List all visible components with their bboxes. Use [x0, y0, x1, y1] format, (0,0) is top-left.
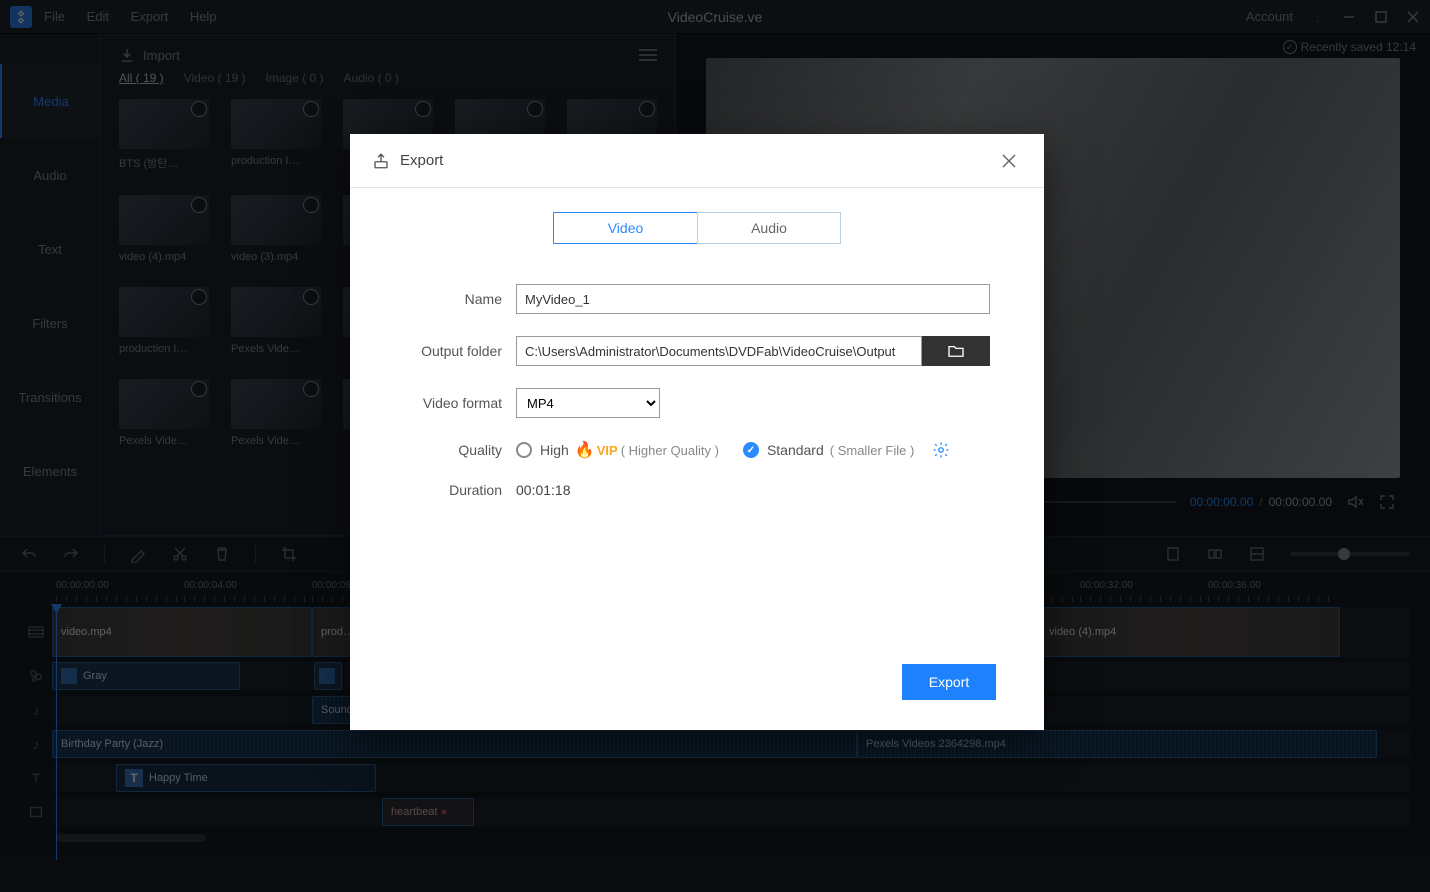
quality-standard-hint: ( Smaller File ) — [830, 443, 915, 458]
gear-icon — [932, 441, 950, 459]
name-label: Name — [404, 291, 502, 307]
export-dialog: Export Video Audio Name Output folder Vi… — [350, 134, 1044, 730]
video-format-select[interactable]: MP4 — [516, 388, 660, 418]
flame-icon: 🔥 — [575, 440, 595, 460]
quality-standard-radio[interactable] — [743, 442, 759, 458]
quality-high-label: High — [540, 442, 569, 458]
video-format-label: Video format — [404, 395, 502, 411]
export-icon — [372, 152, 390, 170]
quality-standard-label: Standard — [767, 442, 824, 458]
name-input[interactable] — [516, 284, 990, 314]
export-tab-video[interactable]: Video — [553, 212, 697, 244]
duration-label: Duration — [404, 482, 502, 498]
quality-settings-button[interactable] — [932, 441, 950, 459]
output-folder-label: Output folder — [404, 343, 502, 359]
quality-label: Quality — [404, 442, 502, 458]
close-dialog-button[interactable] — [996, 148, 1022, 174]
quality-high-hint: ( Higher Quality ) — [621, 443, 719, 458]
export-tab-audio[interactable]: Audio — [697, 212, 841, 244]
vip-badge: 🔥VIP — [575, 440, 618, 460]
duration-value: 00:01:18 — [516, 482, 571, 498]
folder-icon — [947, 344, 965, 358]
dialog-title: Export — [400, 152, 443, 169]
browse-folder-button[interactable] — [922, 336, 990, 366]
export-button[interactable]: Export — [902, 664, 996, 700]
output-folder-input[interactable] — [516, 336, 922, 366]
quality-high-radio[interactable] — [516, 442, 532, 458]
